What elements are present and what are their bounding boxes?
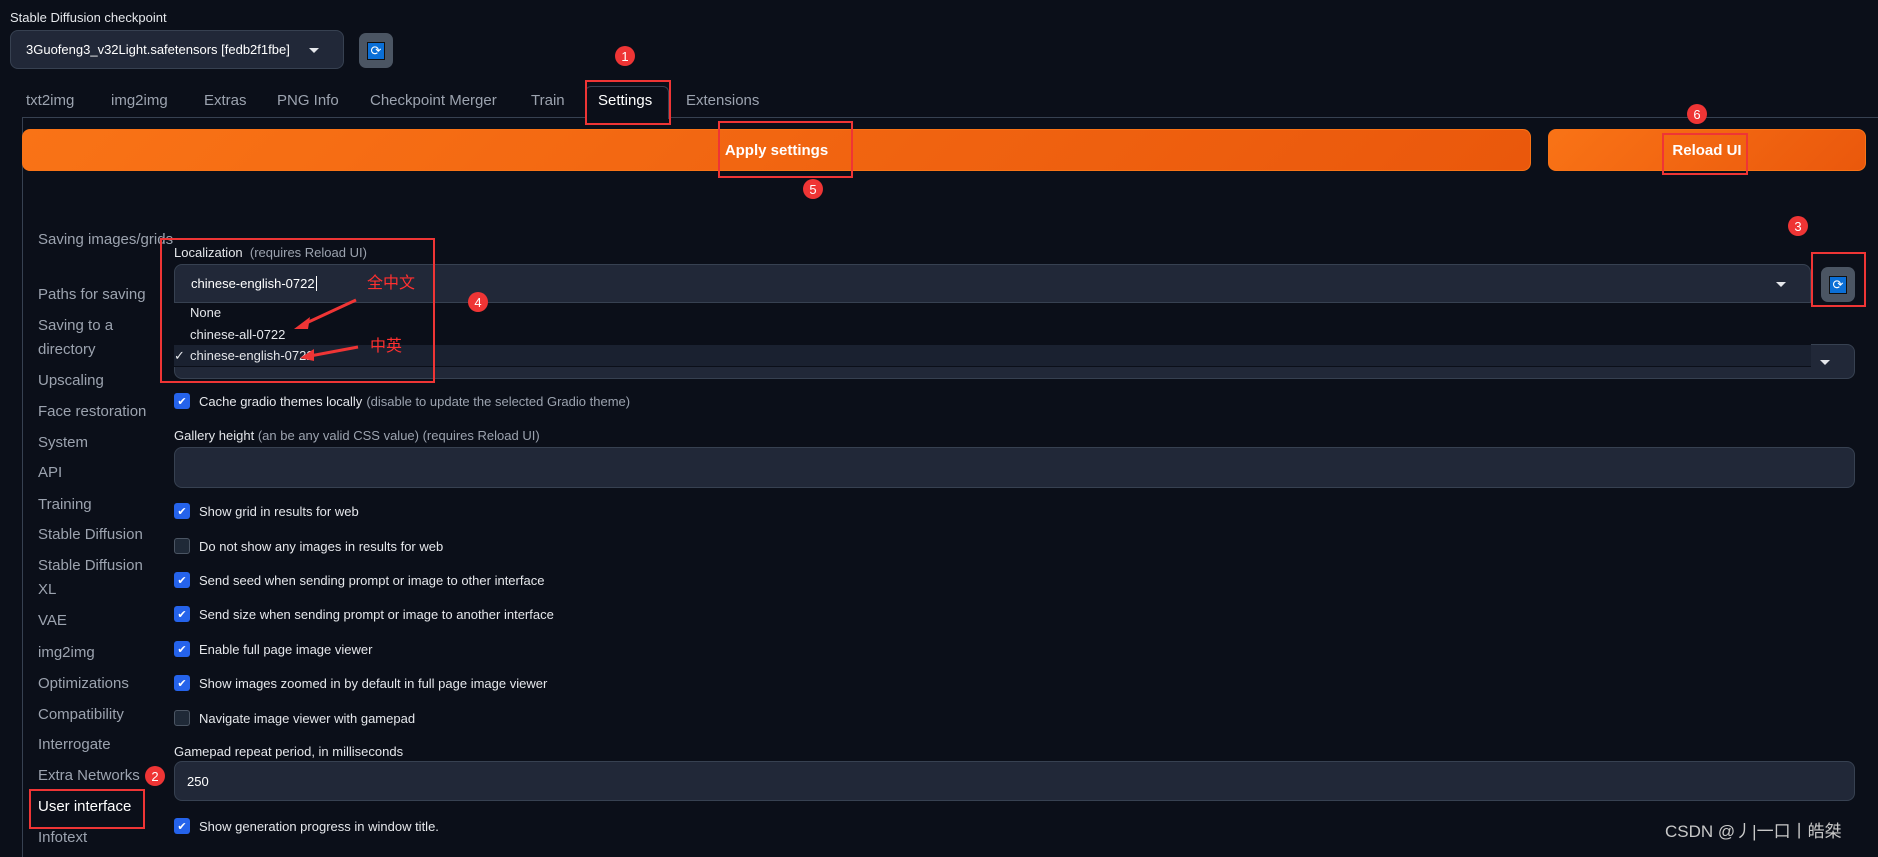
annotation-number-6: 6: [1687, 104, 1707, 124]
cache-themes-checkbox[interactable]: ✔ Cache gradio themes locally (disable to …: [174, 393, 630, 409]
checkpoint-label: Stable Diffusion checkpoint: [10, 10, 167, 25]
tab-img2img[interactable]: img2img: [111, 92, 168, 109]
gamepad-period-value: 250: [187, 774, 209, 789]
zoomed-images-checkbox[interactable]: ✔ Show images zoomed in by default in ful…: [174, 675, 547, 691]
checkpoint-refresh-button[interactable]: ⟳: [359, 33, 393, 68]
show-grid-checkbox[interactable]: ✔ Show grid in results for web: [174, 503, 359, 519]
sidebar-item-system[interactable]: System: [38, 431, 88, 455]
sidebar-item-saving-images[interactable]: Saving images/grids: [38, 228, 173, 252]
sidebar-item-upscaling[interactable]: Upscaling: [38, 369, 104, 393]
check-icon: ✔: [174, 641, 190, 657]
watermark: CSDN @丿|一口丨皓桀: [1665, 822, 1842, 841]
refresh-icon: ⟳: [367, 41, 385, 60]
sidebar-item-img2img[interactable]: img2img: [38, 641, 95, 665]
sidebar-item-optimizations[interactable]: Optimizations: [38, 672, 129, 696]
sidebar-item-api[interactable]: API: [38, 461, 62, 485]
annotation-all-chinese: 全中文: [367, 275, 416, 292]
checkpoint-dropdown[interactable]: 3Guofeng3_v32Light.safetensors [fedb2f1f…: [10, 30, 344, 69]
tab-divider: [22, 117, 1878, 118]
chevron-down-icon: [309, 48, 319, 53]
check-icon: ✔: [174, 393, 190, 409]
hide-images-checkbox[interactable]: Do not show any images in results for we…: [174, 538, 443, 554]
progress-title-checkbox[interactable]: ✔ Show generation progress in window titl…: [174, 818, 439, 834]
sidebar-item-compatibility[interactable]: Compatibility: [38, 703, 124, 727]
annotation-box-user-interface: [29, 789, 145, 829]
sidebar-item-extra-networks[interactable]: Extra Networks: [38, 764, 140, 788]
annotation-chinese-english: 中英: [370, 338, 403, 355]
gamepad-period-label: Gamepad repeat period, in milliseconds: [174, 744, 404, 759]
annotation-box-apply: [718, 121, 853, 178]
arrowhead-icon: [300, 349, 314, 361]
check-icon: ✔: [174, 818, 190, 834]
arrowhead-icon: [294, 317, 310, 329]
sidebar-item-sdxl[interactable]: Stable Diffusion XL: [38, 554, 158, 602]
full-page-viewer-checkbox[interactable]: ✔ Enable full page image viewer: [174, 641, 372, 657]
tab-extensions[interactable]: Extensions: [686, 92, 759, 109]
gamepad-nav-checkbox[interactable]: Navigate image viewer with gamepad: [174, 710, 415, 726]
arrow-icon: [301, 298, 357, 327]
tab-txt2img[interactable]: txt2img: [26, 92, 74, 109]
checkbox-empty-icon: [174, 710, 190, 726]
tab-train[interactable]: Train: [531, 92, 565, 109]
annotation-number-2: 2: [145, 766, 165, 786]
sidebar-item-paths[interactable]: Paths for saving: [38, 283, 146, 307]
checkpoint-value: 3Guofeng3_v32Light.safetensors [fedb2f1f…: [26, 42, 290, 57]
annotation-number-4: 4: [468, 292, 488, 312]
annotation-number-1: 1: [615, 46, 635, 66]
send-size-checkbox[interactable]: ✔ Send size when sending prompt or image …: [174, 606, 554, 622]
chevron-down-icon: [1776, 282, 1786, 287]
sidebar-item-saving-directory[interactable]: Saving to a directory: [38, 314, 153, 362]
annotation-box-settings: [585, 80, 671, 125]
gamepad-period-input[interactable]: 250: [174, 761, 1855, 801]
annotation-arrows: [294, 298, 359, 361]
tab-png-info[interactable]: PNG Info: [277, 92, 339, 109]
checkbox-empty-icon: [174, 538, 190, 554]
check-icon: ✔: [174, 572, 190, 588]
gallery-height-input[interactable]: [174, 447, 1855, 488]
chevron-down-icon: [1820, 360, 1830, 365]
send-seed-checkbox[interactable]: ✔ Send seed when sending prompt or image …: [174, 572, 544, 588]
annotation-number-3: 3: [1788, 216, 1808, 236]
tab-checkpoint-merger[interactable]: Checkpoint Merger: [370, 92, 497, 109]
content-border: [22, 117, 23, 857]
annotation-box-reload: [1662, 133, 1748, 175]
sidebar-item-training[interactable]: Training: [38, 493, 92, 517]
sidebar-item-vae[interactable]: VAE: [38, 609, 67, 633]
sidebar-item-infotext[interactable]: Infotext: [38, 826, 87, 850]
annotation-number-5: 5: [803, 179, 823, 199]
sidebar-item-face-restoration[interactable]: Face restoration: [38, 400, 146, 424]
arrow-icon: [309, 345, 359, 358]
check-icon: ✔: [174, 675, 190, 691]
sidebar-item-stable-diffusion[interactable]: Stable Diffusion: [38, 523, 143, 547]
gallery-height-label: Gallery height (an be any valid CSS valu…: [174, 428, 540, 443]
tab-extras[interactable]: Extras: [204, 92, 247, 109]
check-icon: ✔: [174, 503, 190, 519]
annotation-box-refresh: [1811, 252, 1866, 307]
sidebar-item-interrogate[interactable]: Interrogate: [38, 733, 111, 757]
check-icon: ✔: [174, 606, 190, 622]
